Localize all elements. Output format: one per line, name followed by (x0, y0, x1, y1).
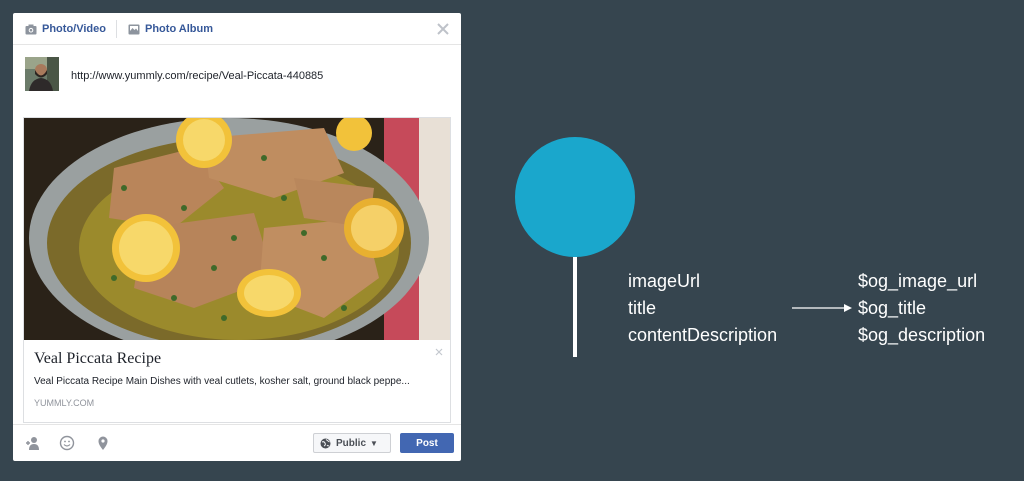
camera-icon (25, 24, 37, 35)
og-title: $og_title (858, 298, 927, 318)
tab-photo-album[interactable]: Photo Album (128, 21, 213, 37)
mapping-arrow-icon (792, 304, 852, 312)
field-image-url: imageUrl (628, 271, 701, 291)
feeling-icon[interactable] (59, 435, 75, 451)
accent-circle (515, 137, 635, 257)
og-image-url: $og_image_url (858, 271, 978, 291)
remove-preview-icon[interactable] (434, 344, 444, 356)
tab-photo-video-label: Photo/Video (42, 23, 106, 35)
og-description: $og_description (858, 325, 986, 345)
composer-footer: Public ▼ Post (13, 424, 461, 461)
album-icon (128, 24, 140, 35)
link-preview-card[interactable]: Veal Piccata Recipe Veal Piccata Recipe … (23, 117, 451, 423)
tab-divider (116, 20, 117, 38)
field-content-description: contentDescription (628, 325, 778, 345)
composer-tabs: Photo/Video Photo Album (13, 13, 461, 45)
field-list: imageUrl title contentDescription (628, 268, 777, 349)
close-icon[interactable] (435, 21, 451, 37)
post-button[interactable]: Post (400, 433, 454, 453)
field-title: title (628, 298, 657, 318)
link-preview-title: Veal Piccata Recipe (34, 350, 162, 367)
globe-icon (320, 438, 331, 449)
location-icon[interactable] (95, 435, 111, 451)
tab-photo-album-label: Photo Album (145, 23, 214, 35)
tag-friends-icon[interactable] (25, 435, 41, 451)
link-preview-description: Veal Piccata Recipe Main Dishes with vea… (34, 376, 410, 387)
link-preview-domain: YUMMLY.COM (34, 398, 95, 408)
status-url-input[interactable] (71, 68, 441, 84)
chevron-down-icon: ▼ (370, 438, 378, 448)
audience-label: Public (336, 437, 367, 449)
avatar (25, 57, 59, 91)
audience-selector[interactable]: Public ▼ (313, 433, 391, 453)
link-preview-image (24, 118, 450, 340)
tab-photo-video[interactable]: Photo/Video (25, 21, 106, 37)
circle-stem-line (573, 257, 577, 357)
og-field-list: $og_image_url $og_title $og_description (858, 268, 985, 349)
post-composer: Photo/Video Photo Album http://www.yumml… (13, 13, 461, 461)
